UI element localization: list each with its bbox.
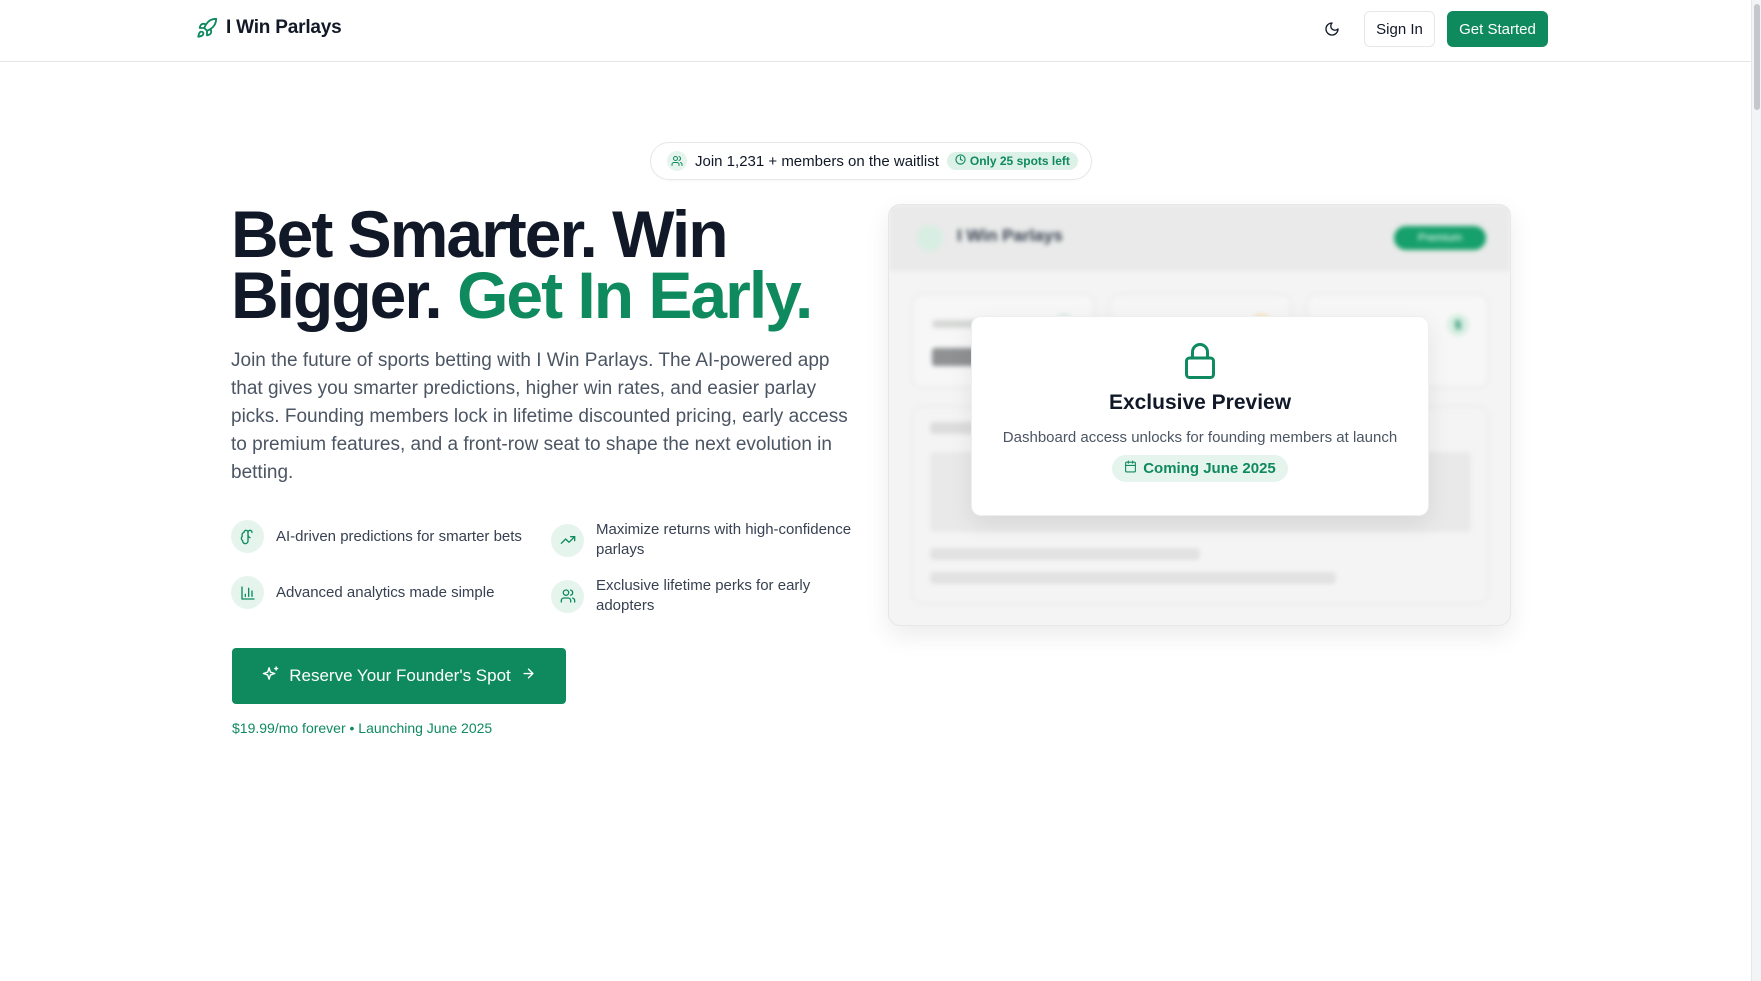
pricing-note: $19.99/mo forever • Launching June 2025 bbox=[232, 720, 493, 736]
bar-chart-icon bbox=[231, 576, 264, 609]
theme-toggle-button[interactable] bbox=[1318, 17, 1346, 45]
waitlist-pill: Join 1,231 + members on the waitlist Onl… bbox=[650, 142, 1092, 180]
overlay-subtitle: Dashboard access unlocks for founding me… bbox=[1002, 429, 1398, 446]
feature-text: AI-driven predictions for smarter bets bbox=[276, 527, 522, 545]
reserve-spot-button[interactable]: Reserve Your Founder's Spot bbox=[232, 648, 566, 704]
users-icon bbox=[667, 151, 687, 171]
feature-item: Maximize returns with high-confidence pa… bbox=[551, 520, 861, 560]
sparkles-icon bbox=[262, 665, 279, 687]
page-scrollbar[interactable] bbox=[1751, 0, 1761, 981]
coming-soon-label: Coming June 2025 bbox=[1143, 460, 1276, 477]
hero-title: Bet Smarter. Win Bigger. Get In Early. bbox=[231, 201, 851, 328]
spots-badge: Only 25 spots left bbox=[946, 152, 1078, 170]
get-started-button[interactable]: Get Started bbox=[1447, 11, 1548, 47]
hero-title-line2a: Bigger. bbox=[231, 258, 443, 332]
feature-item: AI-driven predictions for smarter bets bbox=[231, 520, 531, 553]
dollar-icon: $ bbox=[1447, 314, 1469, 336]
clock-icon bbox=[955, 154, 966, 168]
brain-icon bbox=[231, 520, 264, 553]
coming-soon-badge: Coming June 2025 bbox=[1112, 455, 1288, 482]
preview-app-name: I Win Parlays bbox=[957, 226, 1063, 245]
brand[interactable]: I Win Parlays bbox=[196, 17, 342, 39]
top-nav: I Win Parlays Sign In Get Started bbox=[0, 0, 1751, 62]
overlay-title: Exclusive Preview bbox=[1108, 391, 1292, 414]
hero-description: Join the future of sports betting with I… bbox=[231, 350, 848, 483]
spots-badge-label: Only 25 spots left bbox=[969, 154, 1070, 168]
scrollbar-thumb[interactable] bbox=[1754, 4, 1760, 110]
users-icon bbox=[551, 579, 584, 613]
feature-text: Advanced analytics made simple bbox=[276, 583, 495, 601]
waitlist-text: Join 1,231 + members on the waitlist bbox=[695, 152, 939, 170]
lock-icon bbox=[1182, 341, 1218, 381]
sign-in-button[interactable]: Sign In bbox=[1364, 11, 1435, 47]
preview-logo-icon bbox=[917, 225, 943, 251]
feature-text: Exclusive lifetime perks for early adopt… bbox=[596, 577, 811, 614]
rocket-icon bbox=[196, 17, 218, 39]
feature-item: Advanced analytics made simple bbox=[231, 576, 531, 609]
premium-badge: Premium bbox=[1394, 226, 1486, 250]
feature-text: Maximize returns with high-confidence pa… bbox=[596, 521, 852, 558]
feature-item: Exclusive lifetime perks for early adopt… bbox=[551, 576, 861, 616]
arrow-right-icon bbox=[521, 666, 536, 686]
hero-title-accent: Get In Early. bbox=[457, 258, 813, 332]
exclusive-preview-card: Exclusive Preview Dashboard access unloc… bbox=[971, 316, 1429, 516]
brand-name: I Win Parlays bbox=[226, 17, 342, 38]
calendar-icon bbox=[1124, 460, 1137, 477]
trending-up-icon bbox=[551, 523, 584, 557]
moon-icon bbox=[1324, 21, 1340, 42]
preview-header: I Win Parlays Premium bbox=[889, 205, 1510, 271]
reserve-spot-label: Reserve Your Founder's Spot bbox=[289, 666, 511, 685]
